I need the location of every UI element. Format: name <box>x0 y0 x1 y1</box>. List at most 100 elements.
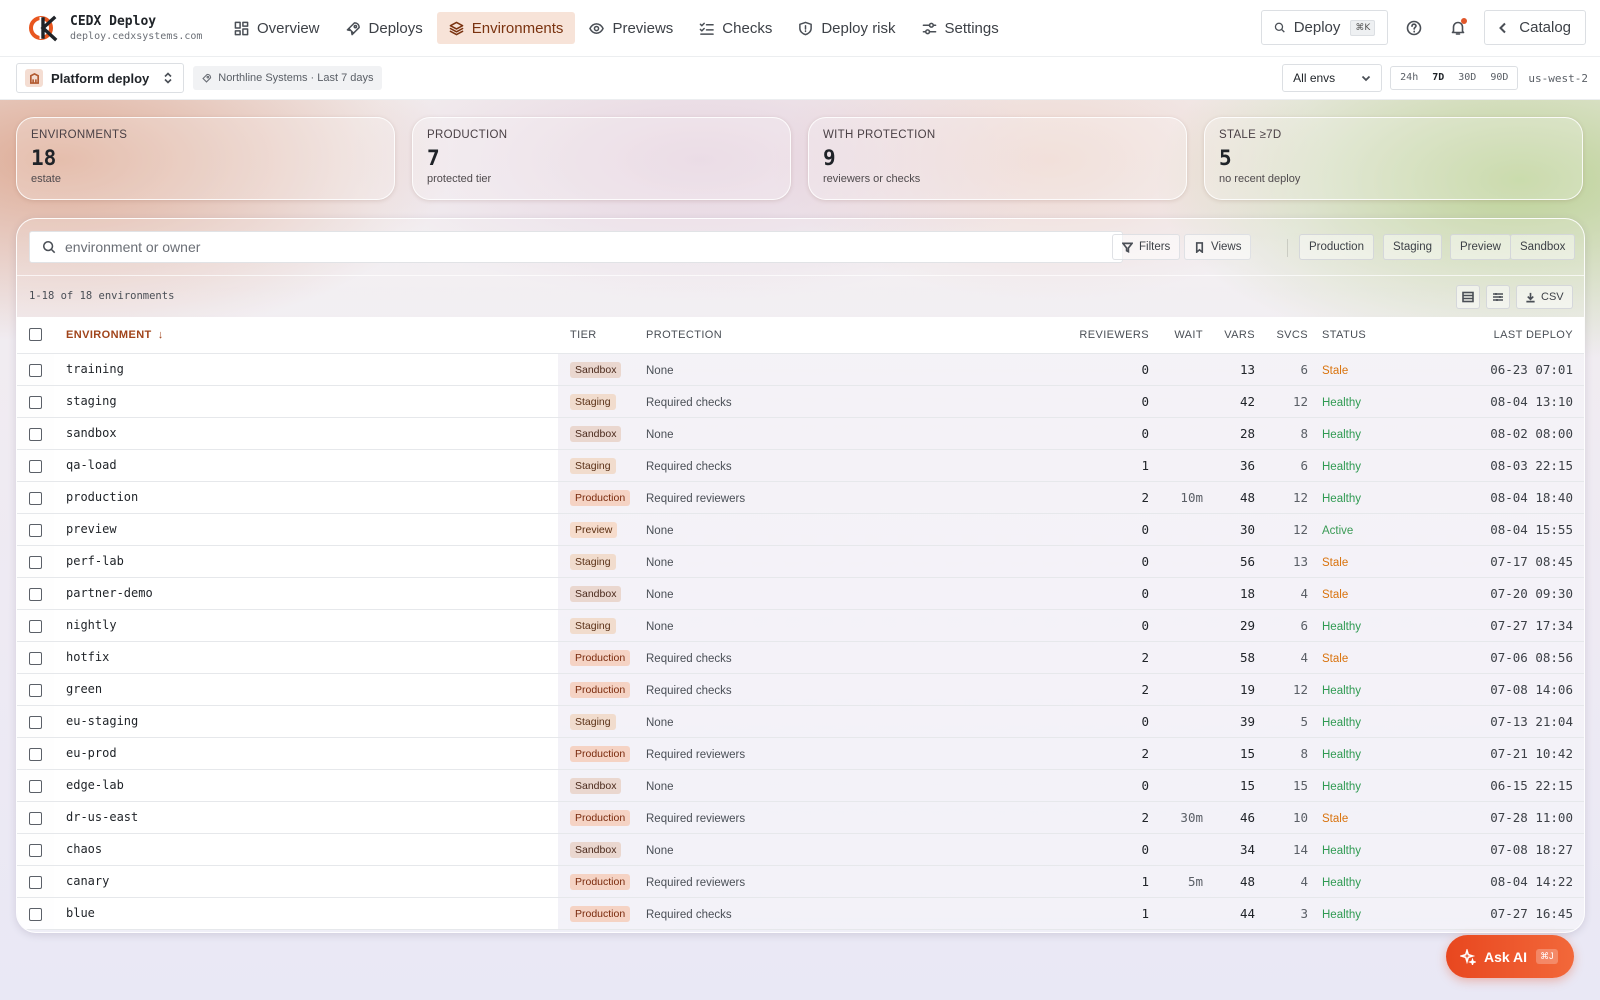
brand[interactable]: CEDX Deploy deploy.cedxsystems.com <box>28 13 218 43</box>
range-90d[interactable]: 90D <box>1483 69 1515 87</box>
table-row[interactable]: nightly Staging None 0 29 6 Healthy 07-27 17:34 <box>17 609 1584 642</box>
table-row[interactable]: perf-lab Staging None 0 56 13 Stale 07-17 08:45 <box>17 545 1584 578</box>
table-row[interactable]: dr-us-east Production Required reviewers 2 3… <box>17 801 1584 834</box>
environment-name[interactable]: eu-prod <box>54 737 558 770</box>
environment-name[interactable]: blue <box>54 897 558 930</box>
row-checkbox[interactable] <box>29 907 42 921</box>
range-24h[interactable]: 24h <box>1393 69 1425 87</box>
row-checkbox[interactable] <box>29 747 42 761</box>
column-header-status[interactable]: Status <box>1308 317 1405 354</box>
ask-ai-button[interactable]: Ask AI ⌘J <box>1446 935 1574 978</box>
row-checkbox[interactable] <box>29 875 42 889</box>
table-row[interactable]: blue Production Required checks 1 44 3 Healthy… <box>17 897 1584 930</box>
environment-name[interactable]: green <box>54 673 558 706</box>
row-checkbox[interactable] <box>29 395 42 409</box>
table-row[interactable]: eu-staging Staging None 0 39 5 Healthy 07-13 21… <box>17 705 1584 738</box>
command-search-button[interactable]: Deploy ⌘K <box>1261 10 1389 45</box>
environment-name[interactable]: staging <box>54 385 558 418</box>
column-header-environment[interactable]: Environment ↓ <box>54 317 558 354</box>
table-header-row: Environment ↓ Tier Protection Reviewers W… <box>17 317 1584 354</box>
nav-item-deploy-risk[interactable]: Deploy risk <box>786 12 907 44</box>
row-checkbox[interactable] <box>29 427 42 441</box>
notifications-button[interactable] <box>1440 10 1476 45</box>
environment-name[interactable]: canary <box>54 865 558 898</box>
column-header-tier[interactable]: Tier <box>558 317 646 354</box>
table-row[interactable]: chaos Sandbox None 0 34 14 Healthy 07-08 18:27 <box>17 833 1584 866</box>
environment-name[interactable]: hotfix <box>54 641 558 674</box>
env-filter-select[interactable]: All envs <box>1282 64 1383 92</box>
search-input[interactable] <box>65 239 1065 255</box>
chip-sandbox[interactable]: Sandbox <box>1510 234 1576 260</box>
chip-production[interactable]: Production <box>1299 234 1374 260</box>
select-all-checkbox[interactable] <box>29 328 42 342</box>
columns-button[interactable] <box>1486 285 1510 309</box>
catalog-button[interactable]: Catalog <box>1484 10 1586 45</box>
tier-cell: Production <box>558 481 646 514</box>
views-button[interactable]: Views <box>1184 234 1252 260</box>
table-row[interactable]: training Sandbox None 0 13 6 Stale 06-23 07:01 <box>17 353 1584 386</box>
help-button[interactable] <box>1396 10 1432 45</box>
row-checkbox[interactable] <box>29 715 42 729</box>
row-select-cell <box>17 609 54 642</box>
row-checkbox[interactable] <box>29 619 42 633</box>
svcs-value: 6 <box>1255 353 1308 386</box>
row-checkbox[interactable] <box>29 587 42 601</box>
table-row[interactable]: partner-demo Sandbox None 0 18 4 Stale 07-20 09… <box>17 577 1584 610</box>
nav-item-deploys[interactable]: Deploys <box>334 12 435 44</box>
environment-name[interactable]: edge-lab <box>54 769 558 802</box>
nav-item-environments[interactable]: Environments <box>436 12 576 44</box>
environment-name[interactable]: production <box>54 481 558 514</box>
environment-name[interactable]: qa-load <box>54 449 558 482</box>
row-checkbox[interactable] <box>29 811 42 825</box>
environment-name[interactable]: training <box>54 353 558 386</box>
table-row[interactable]: edge-lab Sandbox None 0 15 15 Healthy 06-15 22:… <box>17 769 1584 802</box>
range-7d[interactable]: 7D <box>1425 69 1451 87</box>
table-row[interactable]: staging Staging Required checks 0 42 12 Health… <box>17 385 1584 418</box>
table-row[interactable]: qa-load Staging Required checks 1 36 6 Healthy… <box>17 449 1584 482</box>
chip-preview[interactable]: Preview <box>1450 234 1511 260</box>
table-row[interactable]: green Production Required checks 2 19 12 Healt… <box>17 673 1584 706</box>
last-deploy-value: 06-23 07:01 <box>1405 353 1584 386</box>
table-row[interactable]: preview Preview None 0 30 12 Active 08-04 15:55 <box>17 513 1584 546</box>
column-header-last-deploy[interactable]: Last deploy <box>1405 317 1584 354</box>
row-checkbox[interactable] <box>29 363 42 377</box>
csv-export-button[interactable]: CSV <box>1516 285 1573 309</box>
row-checkbox[interactable] <box>29 491 42 505</box>
environment-name[interactable]: nightly <box>54 609 558 642</box>
nav-item-settings[interactable]: Settings <box>910 12 1011 44</box>
nav-item-overview[interactable]: Overview <box>222 12 332 44</box>
last-deploy-value: 08-04 18:40 <box>1405 481 1584 514</box>
environment-name[interactable]: partner-demo <box>54 577 558 610</box>
table-row[interactable]: eu-prod Production Required reviewers 2 15 8 H… <box>17 737 1584 770</box>
table-row[interactable]: hotfix Production Required checks 2 58 4 Stale… <box>17 641 1584 674</box>
column-header-wait[interactable]: Wait <box>1149 317 1203 354</box>
nav-item-label: Deploys <box>368 19 423 37</box>
environment-name[interactable]: dr-us-east <box>54 801 558 834</box>
table-row[interactable]: sandbox Sandbox None 0 28 8 Healthy 08-02 08:00 <box>17 417 1584 450</box>
table-row[interactable]: production Production Required reviewers 2 1… <box>17 481 1584 514</box>
environment-name[interactable]: preview <box>54 513 558 546</box>
density-button[interactable] <box>1456 285 1480 309</box>
column-header-protection[interactable]: Protection <box>646 317 1026 354</box>
environment-name[interactable]: perf-lab <box>54 545 558 578</box>
row-checkbox[interactable] <box>29 459 42 473</box>
range-30d[interactable]: 30D <box>1451 69 1483 87</box>
column-header-reviewers[interactable]: Reviewers <box>1026 317 1149 354</box>
environment-name[interactable]: eu-staging <box>54 705 558 738</box>
chip-staging[interactable]: Staging <box>1383 234 1443 260</box>
row-checkbox[interactable] <box>29 555 42 569</box>
row-checkbox[interactable] <box>29 683 42 697</box>
environment-name[interactable]: chaos <box>54 833 558 866</box>
column-header-svcs[interactable]: Svcs <box>1255 317 1308 354</box>
nav-item-previews[interactable]: Previews <box>577 12 685 44</box>
column-header-vars[interactable]: Vars <box>1203 317 1255 354</box>
environment-name[interactable]: sandbox <box>54 417 558 450</box>
project-switcher[interactable]: Platform deploy <box>16 63 185 93</box>
row-checkbox[interactable] <box>29 843 42 857</box>
row-checkbox[interactable] <box>29 523 42 537</box>
table-row[interactable]: canary Production Required reviewers 1 5m 48 4… <box>17 865 1584 898</box>
filters-button[interactable]: Filters <box>1112 234 1181 260</box>
row-checkbox[interactable] <box>29 651 42 665</box>
row-checkbox[interactable] <box>29 779 42 793</box>
nav-item-checks[interactable]: Checks <box>687 12 784 44</box>
